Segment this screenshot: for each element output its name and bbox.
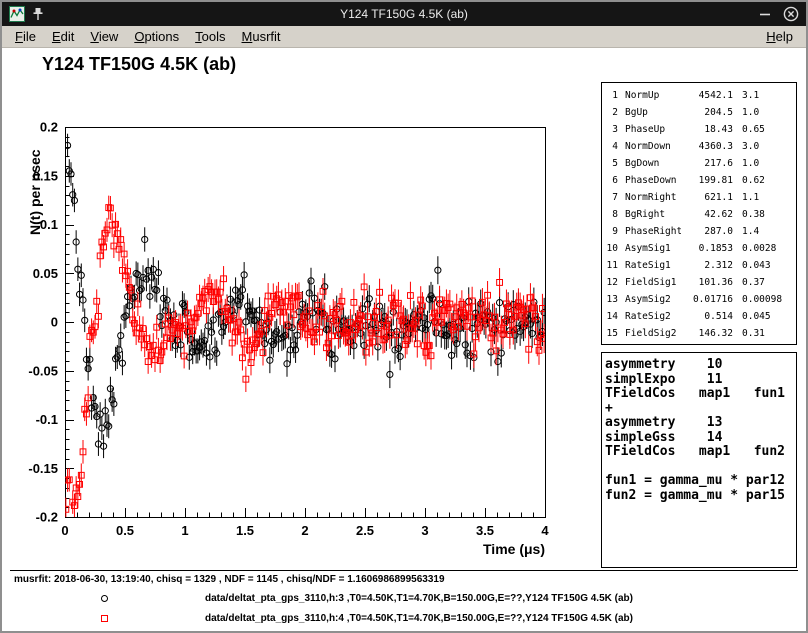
menubar: FileEditViewOptionsToolsMusrfit Help	[2, 26, 806, 48]
plot-title: Y124 TF150G 4.5K (ab)	[42, 54, 236, 75]
theory-line: asymmetry 13	[605, 416, 796, 431]
menu-musrfit[interactable]: Musrfit	[234, 27, 289, 46]
plot-canvas[interactable]	[6, 68, 596, 568]
param-row: 4NormDown4360.33.0	[602, 138, 796, 155]
legend-label: data/deltat_pta_gps_3110,h:3 ,T0=4.50K,T…	[205, 593, 633, 604]
param-row: 8BgRight42.620.38	[602, 206, 796, 223]
theory-line: asymmetry 10	[605, 358, 796, 373]
app-window: Y124 TF150G 4.5K (ab) FileEditViewOption…	[0, 0, 808, 633]
minimize-button[interactable]	[759, 8, 771, 20]
param-row: 3PhaseUp18.430.65	[602, 121, 796, 138]
fit-status-line: musrfit: 2018-06-30, 13:19:40, chisq = 1…	[14, 574, 445, 585]
theory-line: simplExpo 11	[605, 373, 796, 388]
param-row: 9PhaseRight287.01.4	[602, 223, 796, 240]
menu-view[interactable]: View	[82, 27, 126, 46]
param-row: 2BgUp204.51.0	[602, 104, 796, 121]
param-row: 11RateSig12.3120.043	[602, 257, 796, 274]
theory-line: fun2 = gamma_mu * par15	[605, 489, 796, 504]
fit-parameters-panel: 1NormUp4542.13.12BgUp204.51.03PhaseUp18.…	[601, 82, 797, 345]
legend-row: data/deltat_pta_gps_3110,h:4 ,T0=4.50K,T…	[2, 609, 806, 629]
param-row: 5BgDown217.61.0	[602, 155, 796, 172]
theory-panel: asymmetry 10simplExpo 11TFieldCos map1 f…	[601, 352, 797, 568]
run-legend: data/deltat_pta_gps_3110,h:3 ,T0=4.50K,T…	[2, 589, 806, 629]
square-marker-icon	[101, 615, 108, 622]
legend-label: data/deltat_pta_gps_3110,h:4 ,T0=4.50K,T…	[205, 613, 633, 624]
theory-line: simpleGss 14	[605, 431, 796, 446]
theory-line	[605, 460, 796, 475]
menu-edit[interactable]: Edit	[44, 27, 82, 46]
close-button[interactable]	[783, 6, 799, 22]
menu-help[interactable]: Help	[758, 27, 801, 46]
param-row: 10AsymSig10.18530.0028	[602, 240, 796, 257]
legend-row: data/deltat_pta_gps_3110,h:3 ,T0=4.50K,T…	[2, 589, 806, 609]
param-row: 13AsymSig20.017160.00098	[602, 291, 796, 308]
param-row: 6PhaseDown199.810.62	[602, 172, 796, 189]
param-row: 12FieldSig1101.360.37	[602, 274, 796, 291]
theory-line: +	[605, 402, 796, 417]
menu-tools[interactable]: Tools	[187, 27, 233, 46]
window-controls	[759, 6, 799, 22]
app-icon	[9, 6, 25, 22]
param-row: 7NormRight621.11.1	[602, 189, 796, 206]
separator-line	[10, 570, 798, 571]
theory-line: fun1 = gamma_mu * par12	[605, 474, 796, 489]
titlebar: Y124 TF150G 4.5K (ab)	[2, 2, 806, 26]
menu-items: FileEditViewOptionsToolsMusrfit	[7, 27, 289, 46]
param-row: 15FieldSig2146.320.31	[602, 325, 796, 342]
theory-line: TFieldCos map1 fun1	[605, 387, 796, 402]
main-canvas-area: Y124 TF150G 4.5K (ab) 1NormUp4542.13.12B…	[2, 48, 806, 631]
circle-marker-icon	[101, 595, 108, 602]
theory-line: TFieldCos map1 fun2	[605, 445, 796, 460]
pin-icon[interactable]	[32, 7, 44, 21]
param-row: 1NormUp4542.13.1	[602, 87, 796, 104]
param-row: 14RateSig20.5140.045	[602, 308, 796, 325]
menu-file[interactable]: File	[7, 27, 44, 46]
menu-options[interactable]: Options	[126, 27, 187, 46]
window-title: Y124 TF150G 4.5K (ab)	[340, 7, 468, 21]
